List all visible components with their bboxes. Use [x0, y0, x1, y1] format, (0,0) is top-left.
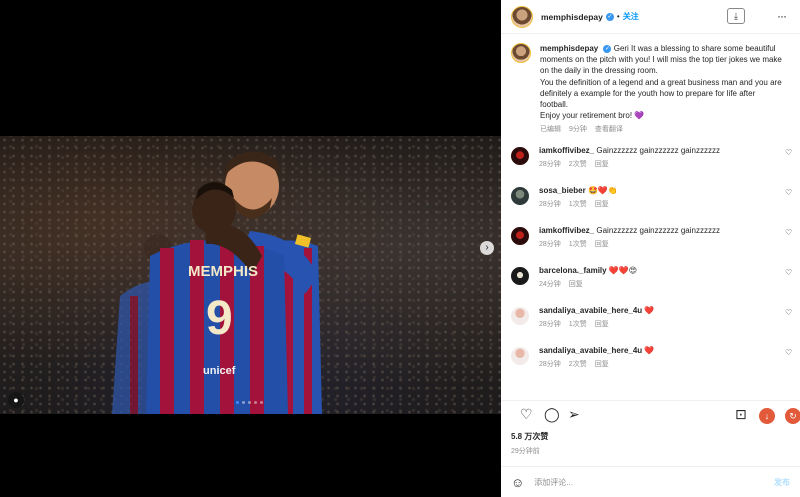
commenter-username[interactable]: iamkoffivibez_: [539, 226, 594, 235]
comment-time: 24分钟: [539, 280, 561, 288]
caption-username[interactable]: memphisdepay: [540, 44, 598, 53]
posted-time[interactable]: 29分钟前: [511, 446, 790, 456]
comment-likes[interactable]: 1次赞: [569, 321, 587, 328]
comment-time: 28分钟: [539, 360, 561, 368]
commenter-username[interactable]: sandaliya_avabile_here_4u: [539, 306, 642, 315]
commenter-avatar[interactable]: [511, 186, 529, 205]
likes-count[interactable]: 5.8 万次赞: [511, 431, 790, 442]
jersey-sponsor: unicef: [203, 365, 236, 377]
caption-meta: 已编辑 9分钟 查看翻译: [540, 124, 785, 135]
caption-text: Geri It was a blessing to share some bea…: [540, 44, 782, 121]
post-side-panel: memphisdepay ✓ • 关注 ⤓ ··· memphisdepay ✓…: [501, 0, 800, 497]
user-tags-button[interactable]: ●: [8, 392, 24, 408]
comment-item: iamkoffivibez_ Gainzzzzzz gainzzzzzz gai…: [511, 145, 792, 185]
emoji-icon[interactable]: ☺: [511, 475, 524, 490]
reply-link[interactable]: 回复: [569, 281, 583, 288]
carousel-dot: [248, 401, 251, 404]
comments-list[interactable]: memphisdepay ✓ Geri It was a blessing to…: [501, 35, 800, 400]
reply-link[interactable]: 回复: [595, 201, 609, 208]
comment-item: sosa_bieber 🤩❤️👏 28分钟 1次赞 回复 ♡: [511, 185, 792, 225]
comment-text: ❤️: [644, 305, 655, 315]
post-header: memphisdepay ✓ • 关注 ⤓ ···: [501, 0, 800, 34]
comment-like-heart-icon[interactable]: ♡: [785, 348, 792, 357]
comment-text: Gainzzzzzz gainzzzzzz gainzzzzzz: [596, 225, 720, 235]
comment-like-heart-icon[interactable]: ♡: [785, 148, 792, 157]
caption-avatar[interactable]: [511, 43, 531, 63]
commenter-username[interactable]: sosa_bieber: [539, 186, 586, 195]
comment-text: ❤️: [644, 345, 655, 355]
comment-like-heart-icon[interactable]: ♡: [785, 268, 792, 277]
comment-likes[interactable]: 1次赞: [569, 201, 587, 208]
carousel-dot: [254, 401, 257, 404]
comment-likes[interactable]: 2次赞: [569, 161, 587, 168]
commenter-username[interactable]: iamkoffivibez_: [539, 146, 594, 155]
bookmark-icon[interactable]: ⊡: [735, 407, 747, 421]
post-actions: ♡ ◯ ➢ ⊡ ↓ ↻ 5.8 万次赞 29分钟前: [501, 400, 800, 466]
carousel-indicator: [236, 401, 263, 404]
refresh-extension-button[interactable]: ↻: [785, 408, 800, 424]
commenter-avatar[interactable]: [511, 306, 529, 325]
commenter-avatar[interactable]: [511, 226, 529, 245]
user-tag-icon: ●: [13, 394, 19, 405]
comment-time: 28分钟: [539, 320, 561, 328]
commenter-username[interactable]: barcelona._family: [539, 266, 607, 275]
paper-plane-icon[interactable]: ➢: [568, 407, 580, 421]
memphis-player: MEMPHIS 9 unicef: [146, 182, 288, 414]
comment-item: sandaliya_avabile_here_4u ❤️ 28分钟 1次赞 回复 ♡: [511, 305, 792, 345]
verified-badge-icon: ✓: [603, 44, 612, 53]
post-media: 1: [0, 0, 501, 497]
comment-text: 🤩❤️👏: [587, 185, 618, 195]
edited-label: 已编辑: [540, 126, 561, 134]
carousel-dot: [236, 401, 239, 404]
comment-time: 28分钟: [539, 200, 561, 208]
see-translation-link[interactable]: 查看翻译: [595, 126, 623, 133]
download-extension-button[interactable]: ↓: [759, 408, 775, 424]
comment-likes[interactable]: 1次赞: [569, 241, 587, 248]
post-comment-button[interactable]: 发布: [774, 477, 790, 488]
comment-icon[interactable]: ◯: [544, 407, 560, 421]
comment-likes[interactable]: 2次赞: [569, 361, 587, 368]
carousel-dot: [260, 401, 263, 404]
commenter-avatar[interactable]: [511, 146, 529, 165]
verified-badge-icon: ✓: [605, 12, 614, 21]
save-media-button[interactable]: ⤓: [727, 8, 745, 24]
carousel-dot: [242, 401, 245, 404]
commenter-avatar[interactable]: [511, 346, 529, 365]
post-caption: memphisdepay ✓ Geri It was a blessing to…: [511, 35, 790, 136]
action-bar: ♡ ◯ ➢ ⊡ ↓ ↻: [511, 401, 800, 431]
heart-icon[interactable]: ♡: [520, 407, 533, 421]
caption-time: 9分钟: [569, 126, 587, 134]
reply-link[interactable]: 回复: [595, 241, 609, 248]
header-separator: •: [616, 12, 620, 21]
commenter-avatar[interactable]: [511, 266, 529, 285]
download-icon: ⤓: [734, 10, 738, 21]
post-photo: 1: [0, 136, 501, 414]
comment-item: sandaliya_avabile_here_4u ❤️ 28分钟 2次赞 回复 ♡: [511, 345, 792, 385]
more-options-button[interactable]: ···: [777, 9, 787, 23]
reply-link[interactable]: 回复: [595, 161, 609, 168]
comment-like-heart-icon[interactable]: ♡: [785, 228, 792, 237]
reply-link[interactable]: 回复: [595, 321, 609, 328]
jersey-name: MEMPHIS: [188, 263, 258, 280]
comment-time: 28分钟: [539, 240, 561, 248]
add-comment-bar: ☺ 发布: [501, 466, 800, 497]
comment-text: ❤️❤️😍: [608, 265, 638, 275]
comment-input[interactable]: [534, 477, 755, 487]
chevron-right-icon: ›: [485, 242, 489, 253]
comment-time: 28分钟: [539, 160, 561, 168]
comment-item: barcelona._family ❤️❤️😍 24分钟 回复 ♡: [511, 265, 792, 305]
carousel-next-button[interactable]: ›: [480, 241, 494, 255]
comment-like-heart-icon[interactable]: ♡: [785, 188, 792, 197]
ellipsis-icon: ···: [777, 9, 787, 23]
commenter-username[interactable]: sandaliya_avabile_here_4u: [539, 346, 642, 355]
comment-text: Gainzzzzzz gainzzzzzz gainzzzzzz: [596, 145, 720, 155]
jersey-number: 9: [206, 292, 233, 345]
reply-link[interactable]: 回复: [595, 361, 609, 368]
author-username[interactable]: memphisdepay: [541, 12, 603, 22]
follow-button[interactable]: 关注: [623, 11, 639, 22]
comment-like-heart-icon[interactable]: ♡: [785, 308, 792, 317]
author-avatar[interactable]: [511, 5, 533, 28]
comment-item: iamkoffivibez_ Gainzzzzzz gainzzzzzz gai…: [511, 225, 792, 265]
